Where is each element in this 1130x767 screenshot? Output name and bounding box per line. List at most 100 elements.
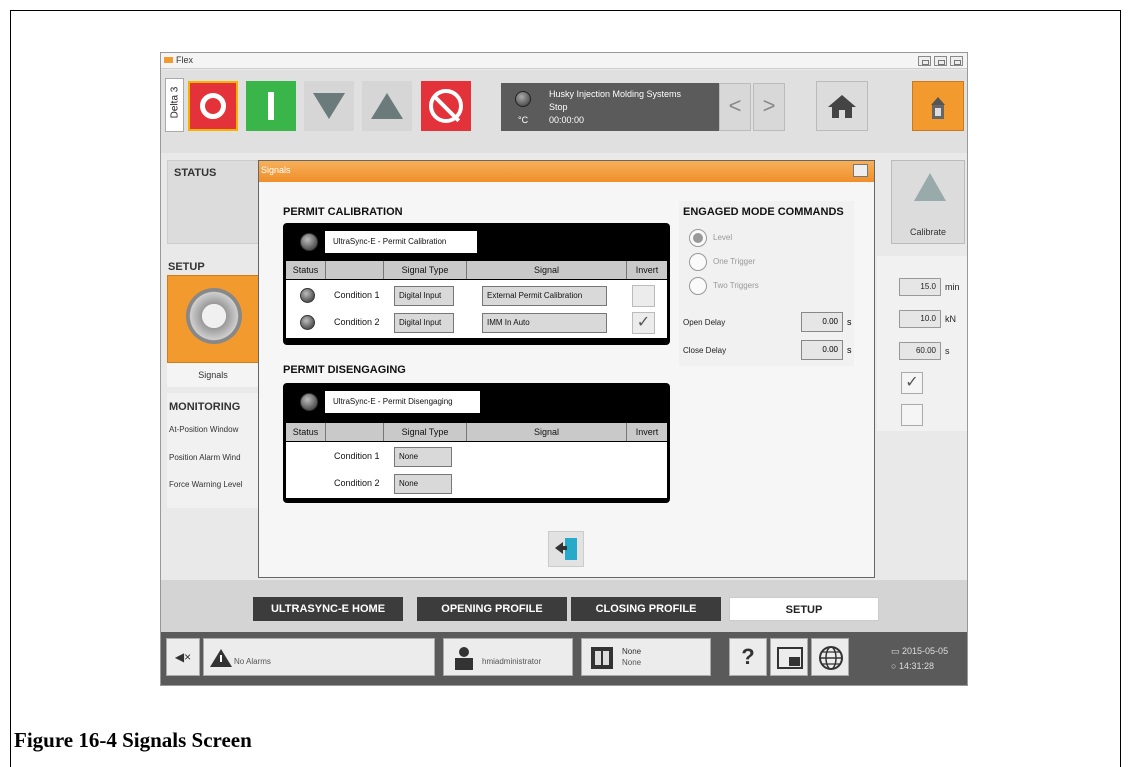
machine-status-panel: °C Husky Injection Molding Systems Stop … (501, 83, 751, 131)
column-header-invert: Invert (635, 265, 659, 275)
setting-value-field[interactable]: 10.0 (899, 310, 941, 328)
signal-type-select[interactable]: None (394, 447, 452, 467)
tab-setup[interactable]: SETUP (729, 597, 879, 621)
monitoring-item[interactable]: At-Position Window (169, 425, 238, 434)
dialog-screenshot-icon[interactable] (853, 164, 868, 177)
start-button[interactable] (246, 81, 296, 131)
open-delay-input[interactable]: 0.00 (801, 312, 843, 332)
tab-opening-profile[interactable]: OPENING PROFILE (417, 597, 567, 621)
triangle-down-icon (313, 93, 345, 119)
disengaging-table-body: Condition 1 None Condition 2 None (286, 442, 667, 498)
home-button[interactable] (816, 81, 868, 131)
globe-icon (819, 646, 843, 670)
machine-icon (931, 97, 945, 119)
mute-button[interactable]: ◀× (166, 638, 200, 676)
permit-calibration-title: PERMIT CALIBRATION (283, 206, 403, 218)
invert-checkbox[interactable]: ✓ (632, 312, 655, 334)
time-text: 14:31:28 (898, 661, 934, 671)
user-button[interactable]: hmiadministrator (443, 638, 573, 676)
setting-value-field[interactable]: 60.00 (899, 342, 941, 360)
radio-level[interactable] (689, 229, 707, 247)
mold-icon (591, 647, 613, 669)
bottom-tabs-bar: ULTRASYNC-E HOME OPENING PROFILE CLOSING… (161, 580, 967, 632)
gear-icon (186, 288, 242, 344)
setting-checkbox[interactable] (901, 404, 923, 426)
monitoring-item[interactable]: Force Warning Level (169, 480, 243, 489)
condition-label: Condition 1 (334, 451, 380, 461)
help-button[interactable]: ? (729, 638, 767, 676)
signal-type-select[interactable]: Digital Input (394, 286, 454, 306)
machine-tab[interactable]: Delta 3 (165, 78, 184, 132)
screenshot-button[interactable] (770, 638, 808, 676)
engaged-mode-panel: ENGAGED MODE COMMANDS Level One Trigger … (679, 201, 854, 366)
calibration-table-header: Status Signal Type Signal Invert (286, 261, 667, 279)
signals-dialog: Signals PERMIT CALIBRATION UltraSync-E -… (258, 160, 875, 578)
open-delay-unit: s (847, 317, 852, 327)
permit-calibration-block: UltraSync-E - Permit Calibration Status … (283, 223, 670, 345)
forward-button[interactable]: > (753, 83, 785, 131)
invert-checkbox[interactable] (632, 285, 655, 307)
figure-caption: Figure 16-4 Signals Screen (14, 728, 252, 752)
disengaging-signal-name: UltraSync-E - Permit Disengaging (325, 391, 480, 413)
calibrate-label: Calibrate (909, 227, 947, 237)
stop-button[interactable] (188, 81, 238, 131)
mold-disable-button[interactable] (421, 81, 471, 131)
minimize-icon[interactable] (918, 56, 931, 66)
triangle-up-icon (371, 93, 403, 119)
close-delay-input[interactable]: 0.00 (801, 340, 843, 360)
date-text: 2015-05-05 (902, 646, 949, 656)
mold-button[interactable]: None None (581, 638, 711, 676)
tab-ultrasync-home[interactable]: ULTRASYNC-E HOME (253, 597, 403, 621)
radio-two-triggers[interactable] (689, 277, 707, 295)
open-delay-label: Open Delay (683, 318, 726, 327)
back-button[interactable]: < (719, 83, 751, 131)
column-header-status: Status (286, 423, 326, 441)
table-row: Condition 2 None (286, 471, 667, 497)
window-title: Flex (176, 55, 194, 65)
user-icon (455, 647, 473, 670)
column-header-signal: Signal (467, 261, 627, 279)
setting-value-field[interactable]: 15.0 (899, 278, 941, 296)
screenshot-icon (777, 647, 803, 669)
calibrate-button[interactable]: Calibrate (891, 160, 965, 244)
column-header-condition (326, 261, 384, 279)
column-header-status: Status (286, 261, 326, 279)
monitoring-item[interactable]: Position Alarm Wind (169, 453, 241, 462)
setting-unit: kN (945, 314, 956, 324)
signal-select[interactable]: External Permit Calibration (482, 286, 607, 306)
alarms-button[interactable]: No Alarms (203, 638, 435, 676)
status-timer: 00:00:00 (549, 115, 585, 125)
signal-select[interactable]: IMM In Auto (482, 313, 607, 333)
condition-label: Condition 2 (334, 478, 380, 488)
temperature-unit: °C (518, 115, 529, 125)
maximize-icon[interactable] (934, 56, 947, 66)
speaker-mute-icon: ◀× (174, 650, 192, 664)
dialog-title: Signals (261, 165, 291, 175)
setting-checkbox[interactable]: ✓ (901, 372, 923, 394)
warning-icon (210, 649, 232, 667)
column-header-invert: Invert (635, 427, 659, 437)
engaged-mode-title: ENGAGED MODE COMMANDS (683, 206, 844, 218)
radio-one-trigger[interactable] (689, 253, 707, 271)
tab-closing-profile[interactable]: CLOSING PROFILE (571, 597, 721, 621)
status-section: STATUS (167, 160, 267, 244)
permit-disengaging-block: UltraSync-E - Permit Disengaging Status … (283, 383, 670, 503)
language-button[interactable] (811, 638, 849, 676)
radio-two-triggers-label: Two Triggers (713, 281, 759, 290)
signal-type-select[interactable]: Digital Input (394, 313, 454, 333)
move-up-button[interactable] (362, 81, 412, 131)
status-title: STATUS (174, 167, 217, 179)
window-titlebar: Flex (161, 53, 967, 69)
machine-view-button[interactable] (912, 81, 964, 131)
table-row: Condition 2 Digital Input IMM In Auto ✓ (286, 310, 667, 336)
calibration-table-body: Condition 1 Digital Input External Permi… (286, 280, 667, 338)
close-delay-label: Close Delay (683, 346, 727, 355)
close-icon[interactable] (950, 56, 963, 66)
right-settings-panel: 15.0 min 10.0 kN 60.00 s ✓ (877, 256, 967, 431)
signal-type-select[interactable]: None (394, 474, 452, 494)
signals-tile-button[interactable] (167, 275, 259, 363)
move-down-button[interactable] (304, 81, 354, 131)
exit-dialog-button[interactable] (548, 531, 584, 567)
datetime-display: ▭ 2015-05-05 ○ 14:31:28 (891, 644, 948, 674)
bottom-statusbar: ◀× No Alarms hmiadministrator None None … (161, 632, 967, 685)
